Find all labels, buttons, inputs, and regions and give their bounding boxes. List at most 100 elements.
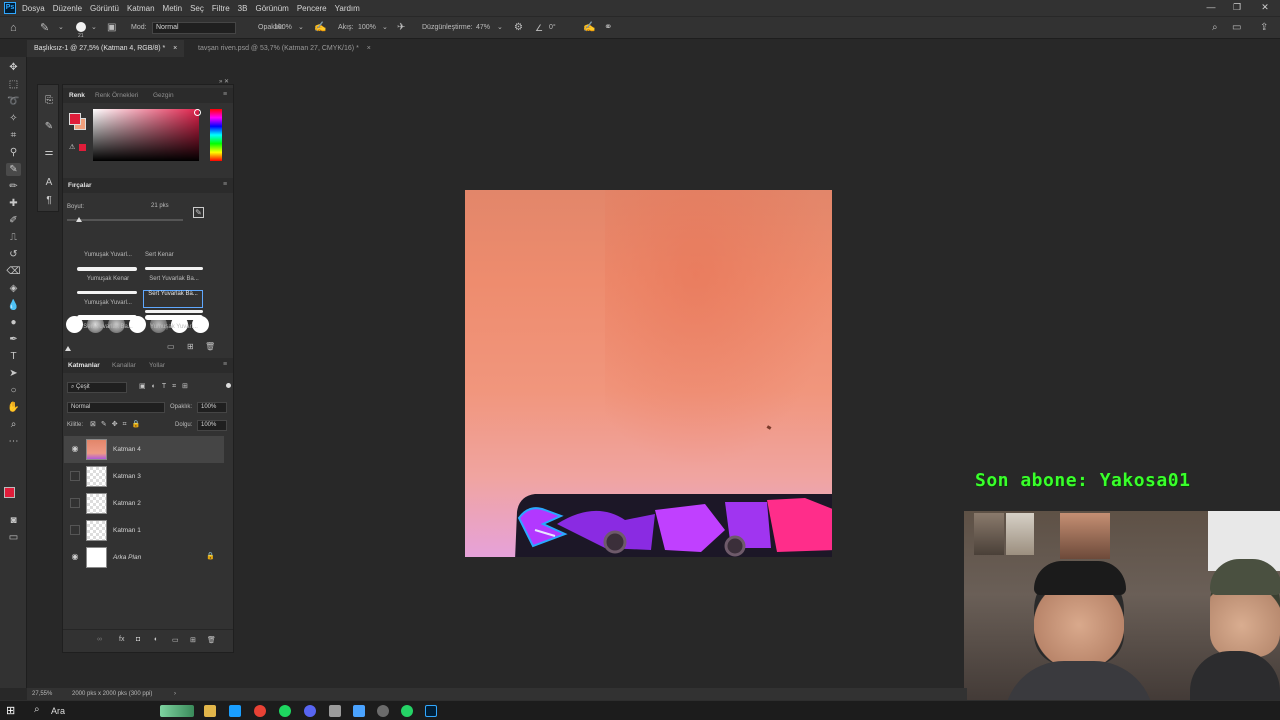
menu-item-help[interactable]: Yardım bbox=[335, 4, 360, 13]
color-field[interactable] bbox=[93, 109, 199, 161]
tab-document-1[interactable]: Başlıksız-1 @ 27,5% (Katman 4, RGB/8) * … bbox=[27, 40, 185, 57]
airbrush-icon[interactable]: ✈ bbox=[397, 17, 405, 39]
paragraph-icon[interactable]: ¶ bbox=[42, 195, 56, 207]
brush-preset-item[interactable]: Yumuşak Yuvarl... bbox=[77, 300, 139, 314]
lock-icons[interactable]: ⊠✎✥⌗🔒 bbox=[90, 420, 145, 429]
brush-preset-item-selected[interactable]: Sert Yuvarlak Ba... bbox=[143, 290, 203, 308]
history-brush-tool-icon[interactable]: ↺ bbox=[6, 248, 21, 261]
tab-paths[interactable]: Yollar bbox=[149, 358, 165, 373]
whatsapp-icon[interactable] bbox=[401, 705, 413, 717]
menu-item-window[interactable]: Pencere bbox=[297, 4, 327, 13]
chevron-down-icon[interactable]: ⌄ bbox=[298, 17, 304, 39]
brush-preset-item[interactable]: Yumuşak Yuvarl... bbox=[77, 252, 139, 266]
fx-icon[interactable]: fx bbox=[119, 636, 124, 643]
tab-color[interactable]: Renk bbox=[69, 88, 85, 103]
gamut-color-swatch[interactable] bbox=[79, 144, 86, 151]
photoshop-icon[interactable] bbox=[425, 705, 437, 717]
pressure-opacity-icon[interactable]: ✍ bbox=[314, 17, 326, 39]
discord-icon[interactable] bbox=[304, 705, 316, 717]
layer-row-katman-1[interactable]: Katman 1 bbox=[64, 517, 224, 544]
chrome-icon[interactable] bbox=[254, 705, 266, 717]
preview-size-slider[interactable] bbox=[65, 346, 71, 351]
chevron-down-icon[interactable]: ⌄ bbox=[58, 17, 64, 39]
visibility-toggle[interactable] bbox=[70, 471, 80, 481]
path-select-tool-icon[interactable]: ➤ bbox=[6, 367, 21, 380]
visibility-toggle[interactable] bbox=[70, 498, 80, 508]
obs-icon[interactable] bbox=[377, 705, 389, 717]
lasso-tool-icon[interactable]: ➰ bbox=[6, 95, 21, 108]
opacity-input[interactable]: 100% bbox=[274, 17, 292, 39]
file-explorer-icon[interactable] bbox=[204, 705, 216, 717]
windows-start-icon[interactable]: ⊞ bbox=[6, 705, 18, 717]
brush-size-value[interactable]: 21 pks bbox=[151, 203, 169, 209]
brush-preset-item[interactable]: Sert Yuvarlak Ba... bbox=[143, 276, 205, 290]
layer-row-katman-3[interactable]: Katman 3 bbox=[64, 463, 224, 490]
marquee-tool-icon[interactable]: ⬚ bbox=[6, 78, 21, 91]
chevron-down-icon[interactable]: ⌄ bbox=[91, 17, 97, 39]
tab-brushes[interactable]: Fırçalar bbox=[68, 178, 92, 193]
app-icon[interactable] bbox=[353, 705, 365, 717]
foreground-color-swatch[interactable] bbox=[69, 113, 81, 125]
brush-settings-toggle-icon[interactable]: ▣ bbox=[107, 17, 116, 39]
new-brush-icon[interactable]: ⊞ bbox=[187, 342, 194, 351]
workspace-icon[interactable]: ▭ bbox=[1232, 17, 1241, 39]
healing-tool-icon[interactable]: ✚ bbox=[6, 197, 21, 210]
character-icon[interactable]: A bbox=[42, 177, 56, 189]
slider-handle-icon[interactable] bbox=[76, 217, 82, 222]
brush-preset-item[interactable]: Sert Kenar bbox=[143, 252, 205, 266]
menu-item-filter[interactable]: Filtre bbox=[212, 4, 230, 13]
mixer-brush-tool-icon[interactable]: ✐ bbox=[6, 214, 21, 227]
panel-menu-icon[interactable]: ≡ bbox=[221, 358, 229, 373]
menu-item-3d[interactable]: 3B bbox=[238, 4, 248, 13]
trash-icon[interactable]: 🗑 bbox=[205, 342, 215, 351]
tab-document-2[interactable]: tavşan riven.psd @ 53,7% (Katman 27, CMY… bbox=[191, 40, 378, 57]
shape-tool-icon[interactable]: ○ bbox=[6, 384, 21, 397]
tab-navigator[interactable]: Gezgin bbox=[153, 88, 174, 103]
crop-tool-icon[interactable]: ⌗ bbox=[6, 129, 21, 142]
brush-preset-item[interactable]: Yumuşak Yuvarl... bbox=[143, 324, 205, 338]
chevron-down-icon[interactable]: ⌄ bbox=[382, 17, 388, 39]
adjustment-layer-icon[interactable]: ◐ bbox=[154, 636, 158, 643]
gear-icon[interactable]: ⚙ bbox=[514, 17, 523, 39]
filter-toggle[interactable] bbox=[226, 383, 231, 388]
tab-close-icon[interactable]: × bbox=[367, 45, 371, 52]
layer-row-background[interactable]: ◉ Arka Plan 🔒 bbox=[64, 544, 224, 571]
link-icon[interactable]: ∞ bbox=[97, 636, 102, 643]
eye-icon[interactable]: ◉ bbox=[70, 444, 80, 454]
dodge-tool-icon[interactable]: ● bbox=[6, 316, 21, 329]
hue-slider[interactable] bbox=[210, 109, 222, 161]
paint-bucket-tool-icon[interactable]: ◈ bbox=[6, 282, 21, 295]
search-icon[interactable]: ⌕ bbox=[34, 704, 40, 715]
eraser-tool-icon[interactable]: ⌫ bbox=[6, 265, 21, 278]
steam-icon[interactable] bbox=[229, 705, 241, 717]
brush-preset-item[interactable]: Yumuşak Kenar bbox=[77, 276, 139, 290]
symmetry-icon[interactable]: ⚭ bbox=[604, 17, 612, 39]
menu-item-type[interactable]: Metin bbox=[163, 4, 183, 13]
more-tools-icon[interactable]: ⋯ bbox=[6, 435, 21, 448]
menu-item-view[interactable]: Görünüm bbox=[255, 4, 288, 13]
blend-mode-select[interactable]: Normal bbox=[67, 402, 165, 413]
brush-pressure-icon[interactable]: ✎ bbox=[193, 207, 204, 218]
history-icon[interactable]: ⎘ bbox=[42, 95, 56, 107]
trash-icon[interactable]: 🗑 bbox=[207, 636, 216, 644]
share-icon[interactable]: ⇪ bbox=[1260, 17, 1268, 39]
color-picker-cursor[interactable] bbox=[194, 109, 201, 116]
home-icon[interactable]: ⌂ bbox=[10, 17, 17, 39]
quick-mask-icon[interactable]: ◙ bbox=[6, 514, 21, 527]
menu-item-edit[interactable]: Düzenle bbox=[53, 4, 82, 13]
visibility-toggle[interactable] bbox=[70, 525, 80, 535]
zoom-level[interactable]: 27,55% bbox=[32, 688, 52, 700]
menu-item-layer[interactable]: Katman bbox=[127, 4, 155, 13]
menu-item-file[interactable]: Dosya bbox=[22, 4, 45, 13]
panel-menu-icon[interactable]: ≡ bbox=[221, 178, 229, 193]
brush-size-slider[interactable] bbox=[67, 219, 183, 221]
tab-close-icon[interactable]: × bbox=[173, 45, 177, 52]
type-tool-icon[interactable]: T bbox=[6, 350, 21, 363]
move-tool-icon[interactable]: ✥ bbox=[6, 61, 21, 74]
close-icon[interactable]: ✕ bbox=[1252, 0, 1278, 16]
layer-filter-icons[interactable]: ▣◐T⌗⊞ bbox=[139, 382, 194, 391]
chevron-right-icon[interactable]: › bbox=[174, 688, 176, 700]
quick-select-tool-icon[interactable]: ✧ bbox=[6, 112, 21, 125]
brush-preset-item[interactable]: Sert Yuvarlak Ba... bbox=[77, 324, 139, 338]
layer-row-katman-2[interactable]: Katman 2 bbox=[64, 490, 224, 517]
